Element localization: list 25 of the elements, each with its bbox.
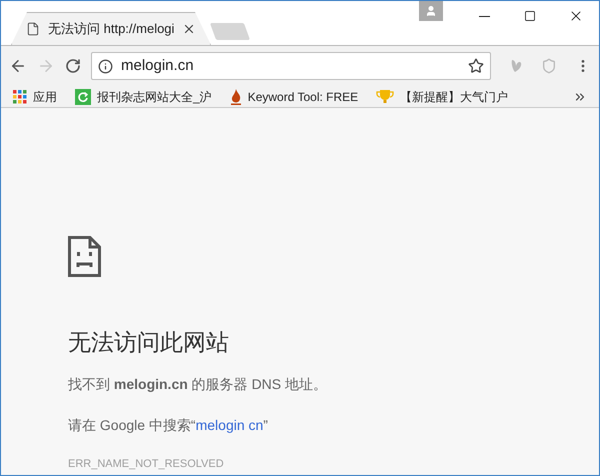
apps-grid-icon <box>13 90 27 104</box>
page-icon <box>26 22 40 36</box>
url-text: melogin.cn <box>121 56 194 76</box>
flame-icon <box>230 88 242 104</box>
search-suggestion: 请在 Google 中搜索“melogin cn” <box>68 416 268 435</box>
tab-title: 无法访问 http://melogi <box>48 20 174 38</box>
bookmark-item[interactable]: 报刊杂志网站大全_沪 <box>75 88 212 106</box>
back-icon[interactable] <box>9 57 27 75</box>
refresh-badge-icon <box>75 88 91 104</box>
reload-icon[interactable] <box>65 58 81 74</box>
bookmark-item[interactable]: Keyword Tool: FREE <box>230 88 358 106</box>
browser-tab[interactable]: 无法访问 http://melogi <box>11 12 211 45</box>
maximize-icon <box>524 10 536 22</box>
bookmark-star-icon[interactable] <box>468 58 484 74</box>
info-icon[interactable] <box>98 58 113 74</box>
error-heading: 无法访问此网站 <box>68 328 229 357</box>
error-message: 找不到 melogin.cn 的服务器 DNS 地址。 <box>68 374 328 394</box>
bookmark-item[interactable]: 【新提醒】大气门户 <box>376 88 508 106</box>
bookmark-item[interactable]: 应用 <box>13 88 57 106</box>
trophy-icon <box>376 88 394 104</box>
person-icon <box>425 5 437 17</box>
address-bar[interactable]: melogin.cn <box>91 52 491 80</box>
error-code: ERR_NAME_NOT_RESOLVED <box>68 456 224 472</box>
search-link[interactable]: melogin cn <box>196 416 264 432</box>
sad-page-icon <box>68 236 101 277</box>
